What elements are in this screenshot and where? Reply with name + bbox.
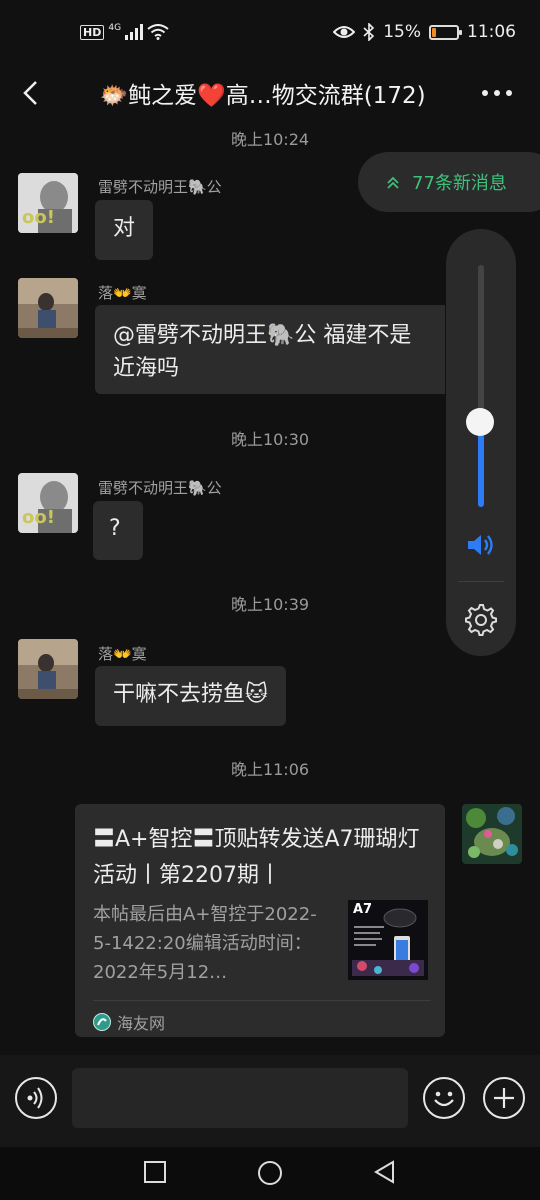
message-bubble[interactable]: @雷劈不动明王🐘公 福建不是近海吗 xyxy=(95,305,445,394)
message-bubble[interactable]: ? xyxy=(93,501,143,560)
message-bubble[interactable]: 干嘛不去捞鱼🐱 xyxy=(95,666,286,726)
status-time: 11:06 xyxy=(467,22,516,42)
new-messages-button[interactable]: 77条新消息 xyxy=(358,152,540,212)
wifi-icon xyxy=(147,24,169,40)
timestamp: 晚上11:06 xyxy=(230,760,310,779)
volume-divider xyxy=(458,581,504,582)
link-card-divider xyxy=(93,1000,431,1001)
smiley-icon xyxy=(434,1091,454,1107)
link-card-title: 〓A+智控〓顶贴转发送A7珊瑚灯活动丨第2207期丨 xyxy=(93,827,420,888)
sender-name: 雷劈不动明王🐘公 xyxy=(98,178,222,196)
avatar-image xyxy=(18,278,78,338)
double-chevron-up-icon xyxy=(387,176,399,189)
home-circle-icon[interactable] xyxy=(256,1159,284,1187)
chat-header: 🐡鲀之爱❤️高…物交流群(172) xyxy=(0,68,540,120)
back-triangle-icon[interactable] xyxy=(372,1159,398,1185)
svg-text:oo!: oo! xyxy=(22,207,55,228)
avatar[interactable] xyxy=(18,639,78,699)
avatar[interactable]: oo! xyxy=(18,173,78,233)
status-right: 15% 11:06 xyxy=(333,22,516,42)
more-dots-icon xyxy=(482,90,512,96)
link-card[interactable]: 〓A+智控〓顶贴转发送A7珊瑚灯活动丨第2207期丨 本帖最后由A+智控于202… xyxy=(75,804,445,1037)
source-logo-icon xyxy=(93,1013,111,1031)
status-left: HD 4G xyxy=(80,23,169,40)
link-card-source-name: 海友网 xyxy=(117,1014,166,1033)
system-nav-bar xyxy=(0,1147,540,1200)
chevron-left-icon xyxy=(23,81,37,105)
battery-percent: 15% xyxy=(383,22,421,42)
plus-icon xyxy=(494,1088,514,1108)
voice-icon xyxy=(27,1087,43,1109)
speaker-icon[interactable] xyxy=(466,533,496,557)
link-card-thumbnail: A7 xyxy=(348,900,428,980)
more-button[interactable] xyxy=(480,78,514,108)
avatar-image: oo! xyxy=(18,173,78,233)
signal-icon xyxy=(125,24,144,40)
sender-name: 落👐寞 xyxy=(98,645,147,663)
link-card-source: 海友网 xyxy=(93,1010,165,1034)
avatar-image xyxy=(462,804,522,864)
volume-panel xyxy=(446,229,516,656)
avatar[interactable]: oo! xyxy=(18,473,78,533)
hd-badge: HD xyxy=(80,24,105,40)
eye-icon xyxy=(333,26,356,38)
message-input[interactable] xyxy=(72,1068,408,1128)
chat-title: 🐡鲀之爱❤️高…物交流群(172) xyxy=(99,83,426,109)
bluetooth-icon xyxy=(363,23,375,41)
network-label: 4G xyxy=(108,23,122,33)
sender-name: 落👐寞 xyxy=(98,284,147,302)
battery-icon xyxy=(429,24,462,40)
input-bar xyxy=(0,1055,540,1147)
voice-button[interactable] xyxy=(15,1077,57,1119)
avatar-image xyxy=(18,639,78,699)
sender-name: 雷劈不动明王🐘公 xyxy=(98,479,222,497)
plus-button[interactable] xyxy=(483,1077,525,1119)
link-card-description: 本帖最后由A+智控于2022-5-1422:20编辑活动时间：2022年5月12… xyxy=(93,904,317,983)
timestamp: 晚上10:24 xyxy=(230,130,310,149)
svg-text:oo!: oo! xyxy=(22,507,55,528)
recents-square-icon[interactable] xyxy=(142,1159,168,1185)
avatar[interactable] xyxy=(18,278,78,338)
status-bar: HD 4G 15% 11:06 xyxy=(0,0,540,68)
back-button[interactable] xyxy=(18,78,48,108)
avatar-image: oo! xyxy=(18,473,78,533)
emoji-button[interactable] xyxy=(423,1077,465,1119)
message-bubble[interactable]: 对 xyxy=(95,200,154,260)
thumbnail-label: A7 xyxy=(353,902,373,917)
my-avatar[interactable] xyxy=(462,804,522,864)
settings-gear-icon[interactable] xyxy=(464,603,498,637)
new-messages-label: 77条新消息 xyxy=(412,173,507,194)
volume-slider-knob[interactable] xyxy=(466,408,494,437)
